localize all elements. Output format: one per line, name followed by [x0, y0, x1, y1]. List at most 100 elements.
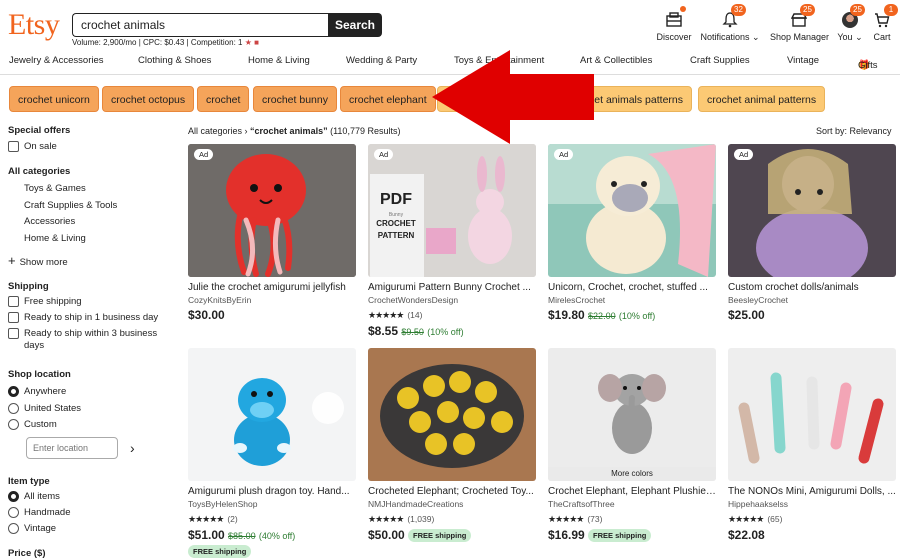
breadcrumb-root[interactable]: All categories	[188, 126, 242, 136]
unicorn-image	[548, 144, 716, 277]
listing-shop[interactable]: TheCraftsofThree	[548, 499, 716, 509]
listing-title[interactable]: Crochet Elephant, Elephant Plushie,...	[548, 486, 716, 497]
sidebar-cat-toys[interactable]: Toys & Games	[24, 183, 86, 194]
nav-shop-manager[interactable]: 25 Shop Manager	[770, 4, 829, 42]
nav-cart[interactable]: 1 Cart	[868, 4, 898, 42]
price-heading: Price ($)	[8, 548, 46, 558]
search-button[interactable]: Search	[328, 13, 382, 37]
listing-title[interactable]: The NONOs Mini, Amigurumi Dolls, ...	[728, 486, 896, 497]
etsy-logo[interactable]: Etsy	[8, 8, 60, 42]
listing-shop[interactable]: ToysByHelenShop	[188, 499, 356, 509]
listing-title[interactable]: Unicorn, Crochet, crochet, stuffed ...	[548, 282, 716, 293]
rating-stars: ★★★★★	[728, 514, 764, 524]
on-sale-checkbox[interactable]	[8, 141, 19, 152]
item-type-handmade[interactable]: Handmade	[8, 507, 70, 518]
sidebar-cat-craft[interactable]: Craft Supplies & Tools	[24, 200, 117, 211]
chip-crochet-elephant[interactable]: crochet elephant	[340, 86, 436, 112]
grey-elephant-image	[548, 348, 716, 481]
free-shipping-badge: FREE shipping	[588, 529, 652, 543]
listing-image[interactable]	[368, 348, 536, 481]
all-categories-heading[interactable]: All categories	[8, 166, 70, 177]
category-vintage[interactable]: Vintage	[787, 55, 819, 66]
nav-notifications[interactable]: 32 Notifications ⌄	[700, 4, 760, 43]
on-sale-filter[interactable]: On sale	[8, 141, 57, 152]
listing-image[interactable]: Ad	[548, 144, 716, 277]
vintage-radio[interactable]	[8, 523, 19, 534]
nav-you[interactable]: 25 You ⌄	[836, 4, 865, 43]
chevron-right-icon[interactable]: ›	[130, 440, 135, 456]
sidebar-cat-home[interactable]: Home & Living	[24, 233, 86, 244]
search-bar: Search	[72, 13, 382, 37]
svg-text:CROCHET: CROCHET	[376, 219, 416, 228]
svg-text:Bunny: Bunny	[389, 212, 404, 218]
listing-image[interactable]: More colors	[548, 348, 716, 481]
united-states-radio[interactable]	[8, 403, 19, 414]
vintage-label: Vintage	[24, 523, 57, 535]
show-more-link[interactable]: + Show more	[8, 253, 68, 268]
custom-radio[interactable]	[8, 419, 19, 430]
chip-crochet-octopus[interactable]: crochet octopus	[102, 86, 195, 112]
listing-image[interactable]	[728, 348, 896, 481]
listing-shop[interactable]: BeesleyCrochet	[728, 295, 896, 305]
sort-dropdown[interactable]: Sort by: Relevancy	[816, 126, 892, 136]
ready-3-days-checkbox[interactable]	[8, 328, 19, 339]
free-shipping-filter[interactable]: Free shipping	[8, 296, 82, 307]
chip-crochet-animal-patterns[interactable]: crochet animal patterns	[698, 86, 826, 112]
listing-image[interactable]: PDF Bunny CROCHET PATTERN Ad	[368, 144, 536, 277]
listing-card[interactable]: PDF Bunny CROCHET PATTERN Ad Amigurumi P…	[368, 144, 536, 338]
listing-shop[interactable]: NMJHandmadeCreations	[368, 499, 536, 509]
location-custom[interactable]: Custom	[8, 419, 57, 430]
listing-shop[interactable]: CozyKnitsByErin	[188, 295, 356, 305]
listing-title[interactable]: Custom crochet dolls/animals	[728, 282, 896, 293]
listing-shop[interactable]: MirelesCrochet	[548, 295, 716, 305]
sort-label: Sort by: Relevancy	[816, 126, 892, 136]
dragon-image	[188, 348, 356, 481]
item-type-all[interactable]: All items	[8, 491, 60, 502]
original-price: $9.50	[401, 327, 424, 337]
listing-card[interactable]: Ad Unicorn, Crochet, crochet, stuffed ..…	[548, 144, 716, 322]
review-count: (14)	[407, 310, 423, 320]
chip-crochet-bunny[interactable]: crochet bunny	[253, 86, 337, 112]
special-offers-heading: Special offers	[8, 125, 71, 136]
shop-location-heading: Shop location	[8, 369, 71, 380]
more-colors-label[interactable]: More colors	[548, 467, 716, 481]
category-home[interactable]: Home & Living	[248, 55, 310, 66]
nav-discover[interactable]: Discover	[656, 6, 692, 42]
category-clothing[interactable]: Clothing & Shoes	[138, 55, 211, 66]
listing-title[interactable]: Amigurumi plush dragon toy. Hand...	[188, 486, 356, 497]
category-craft[interactable]: Craft Supplies	[690, 55, 750, 66]
location-input[interactable]	[26, 437, 118, 459]
listing-card[interactable]: Amigurumi plush dragon toy. Hand... Toys…	[188, 348, 356, 558]
chip-crochet-unicorn[interactable]: crochet unicorn	[9, 86, 99, 112]
listing-card[interactable]: Ad Julie the crochet amigurumi jellyfish…	[188, 144, 356, 322]
listing-price: $50.00	[368, 528, 405, 542]
all-items-radio[interactable]	[8, 491, 19, 502]
listing-shop[interactable]: Hippehaakselss	[728, 499, 896, 509]
ready-3-days-filter[interactable]: Ready to ship within 3 business days	[8, 328, 158, 352]
sidebar-cat-accessories[interactable]: Accessories	[24, 216, 75, 227]
listing-image[interactable]: Ad	[728, 144, 896, 277]
listing-title[interactable]: Crocheted Elephant; Crocheted Toy...	[368, 486, 536, 497]
handmade-radio[interactable]	[8, 507, 19, 518]
listing-image[interactable]: Ad	[188, 144, 356, 277]
listing-card[interactable]: Crocheted Elephant; Crocheted Toy... NMJ…	[368, 348, 536, 543]
category-wedding[interactable]: Wedding & Party	[346, 55, 417, 66]
anywhere-radio[interactable]	[8, 386, 19, 397]
location-united-states[interactable]: United States	[8, 403, 81, 414]
listing-image[interactable]	[188, 348, 356, 481]
free-shipping-checkbox[interactable]	[8, 296, 19, 307]
location-anywhere[interactable]: Anywhere	[8, 386, 66, 397]
listing-card[interactable]: Ad Custom crochet dolls/animals BeesleyC…	[728, 144, 896, 322]
item-type-vintage[interactable]: Vintage	[8, 523, 56, 534]
search-input[interactable]	[72, 13, 328, 37]
category-jewelry[interactable]: Jewelry & Accessories	[9, 55, 104, 66]
listing-shop[interactable]: CrochetWondersDesign	[368, 295, 536, 305]
listing-title[interactable]: Amigurumi Pattern Bunny Crochet ...	[368, 282, 536, 293]
chip-crochet[interactable]: crochet	[197, 86, 250, 112]
listing-title[interactable]: Julie the crochet amigurumi jellyfish	[188, 282, 356, 293]
ready-1-day-filter[interactable]: Ready to ship in 1 business day	[8, 312, 158, 323]
listing-card[interactable]: The NONOs Mini, Amigurumi Dolls, ... Hip…	[728, 348, 896, 542]
jellyfish-image	[188, 144, 356, 277]
ready-1-day-checkbox[interactable]	[8, 312, 19, 323]
listing-card[interactable]: More colors Crochet Elephant, Elephant P…	[548, 348, 716, 543]
